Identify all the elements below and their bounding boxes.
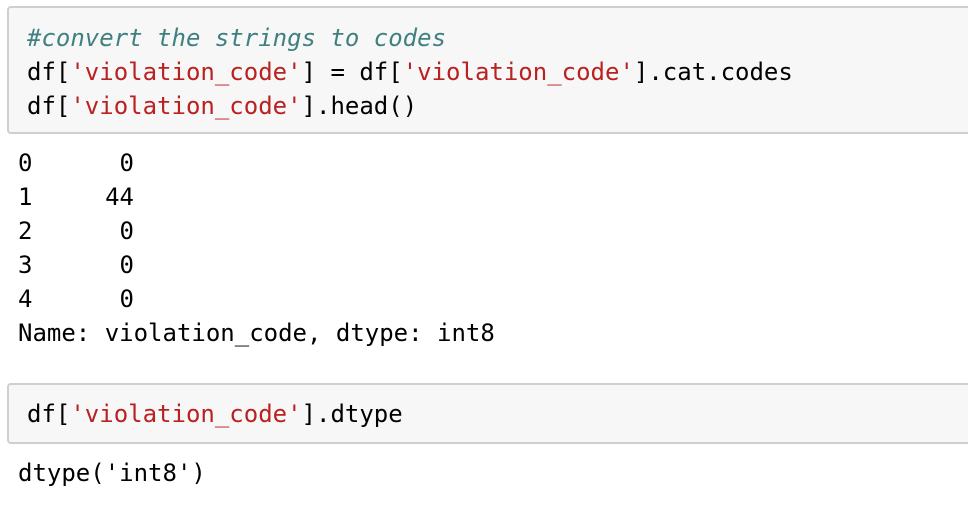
- code-comment: #convert the strings to codes: [27, 24, 447, 52]
- output-row-value: 44: [105, 183, 134, 211]
- output-row-index: 1: [18, 183, 33, 211]
- code-line-head: df['violation_code'].head(): [27, 89, 417, 123]
- code-line-assign: df['violation_code'] = df['violation_cod…: [27, 55, 793, 89]
- code-string: 'violation_code': [70, 58, 302, 86]
- output-row-value: 0: [119, 285, 134, 313]
- code-line-dtype: df['violation_code'].dtype: [27, 397, 403, 431]
- code-string: 'violation_code': [70, 92, 302, 120]
- code-token: df[: [27, 58, 71, 86]
- output-row: 30: [18, 248, 134, 282]
- output-row-value: 0: [119, 251, 134, 279]
- code-token: ] = df[: [301, 58, 403, 86]
- code-string: 'violation_code': [70, 400, 302, 428]
- output-row: 40: [18, 282, 134, 316]
- notebook-page: #convert the strings to codes df['violat…: [0, 0, 968, 512]
- output-row-value: 0: [119, 217, 134, 245]
- output-row: 20: [18, 214, 134, 248]
- code-string: 'violation_code': [402, 58, 634, 86]
- code-token: ].head(): [301, 92, 418, 120]
- output-row: 1 44: [18, 180, 134, 214]
- code-token: df[: [27, 92, 71, 120]
- output-row-index: 0: [18, 149, 33, 177]
- code-comment-line: #convert the strings to codes: [27, 21, 446, 55]
- output-dtype: dtype('int8'): [18, 459, 206, 487]
- code-cell-dtype[interactable]: df['violation_code'].dtype: [7, 383, 968, 444]
- code-token: df[: [27, 400, 71, 428]
- output-row-index: 2: [18, 217, 33, 245]
- output-row-index: 4: [18, 285, 33, 313]
- output-row-index: 3: [18, 251, 33, 279]
- output-footer: Name: violation_code, dtype: int8: [18, 319, 495, 347]
- code-token: ].cat.codes: [633, 58, 793, 86]
- code-cell-convert[interactable]: #convert the strings to codes df['violat…: [7, 6, 968, 134]
- output-row: 00: [18, 146, 134, 180]
- code-token: ].dtype: [301, 400, 403, 428]
- output-row-value: 0: [119, 149, 134, 177]
